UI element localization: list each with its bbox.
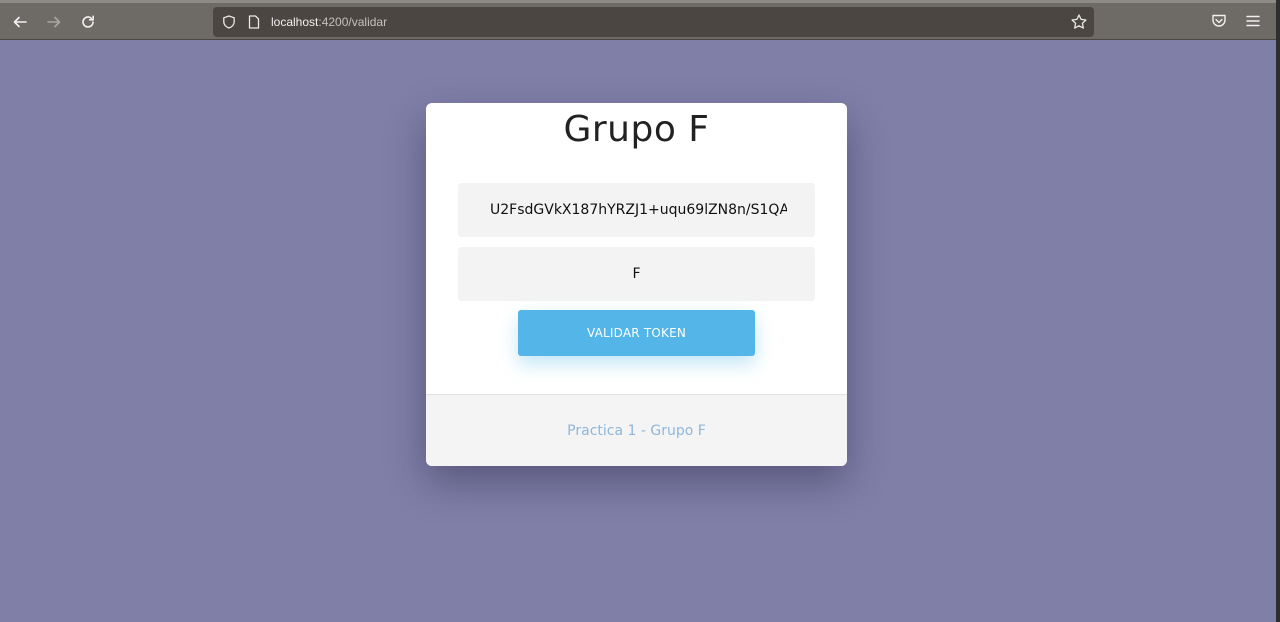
url-bar[interactable]: localhost:4200/validar <box>213 7 1094 37</box>
card-title: Grupo F <box>563 109 710 150</box>
validate-token-button[interactable]: VALIDAR TOKEN <box>518 310 755 356</box>
star-icon[interactable] <box>1070 13 1088 31</box>
browser-toolbar: localhost:4200/validar <box>0 0 1276 40</box>
reload-icon <box>82 15 94 28</box>
arrow-right-icon <box>47 16 61 28</box>
footer-text: Practica 1 - Grupo F <box>567 422 706 439</box>
validation-card: Grupo F VALIDAR TOKEN Practica 1 - Grupo… <box>426 103 847 466</box>
hamburger-menu-icon[interactable] <box>1244 12 1262 30</box>
back-button[interactable] <box>8 10 32 34</box>
page-body: Grupo F VALIDAR TOKEN Practica 1 - Grupo… <box>0 40 1276 622</box>
url-path: :4200/validar <box>318 15 388 29</box>
group-input[interactable] <box>458 247 815 301</box>
shield-icon[interactable] <box>222 15 236 29</box>
forward-button[interactable] <box>42 10 66 34</box>
pocket-icon[interactable] <box>1210 12 1228 30</box>
arrow-left-icon <box>13 16 27 28</box>
url-text[interactable]: localhost:4200/validar <box>271 15 387 29</box>
reload-button[interactable] <box>76 10 100 34</box>
token-input[interactable] <box>458 183 815 237</box>
page-icon[interactable] <box>248 15 260 29</box>
url-host: localhost <box>271 15 319 29</box>
card-footer: Practica 1 - Grupo F <box>426 394 847 466</box>
window-edge <box>1276 0 1280 622</box>
